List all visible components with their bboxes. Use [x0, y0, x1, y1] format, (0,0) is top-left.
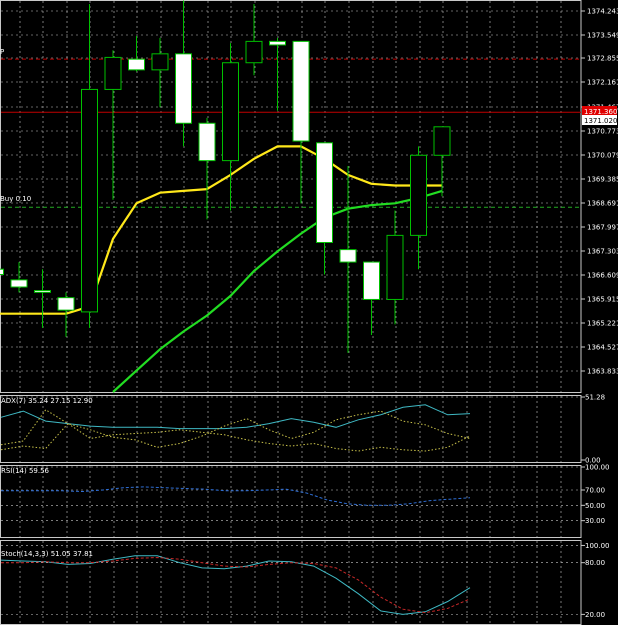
axis-tick-label: 1369.385 — [587, 176, 618, 184]
level-label-p: P — [0, 48, 4, 56]
candle-body — [57, 297, 75, 311]
axis-tick-label: 1365.221 — [587, 320, 618, 328]
price-tag-label: 1371.020 — [584, 117, 617, 125]
candle-body — [363, 261, 380, 300]
candle-body — [410, 154, 427, 236]
axis-tick-label: 30.00 — [585, 517, 605, 525]
candle-body — [433, 126, 451, 156]
axis-tick-label: 80.00 — [585, 559, 605, 567]
candle-body — [104, 56, 122, 90]
axis-tick-label: 1373.549 — [587, 32, 618, 40]
axis-tick-label: 1372.161 — [587, 79, 618, 87]
candle-body — [292, 40, 310, 142]
level-label-buy: Buy 0.10 — [0, 195, 31, 203]
axis-tick-label: 50.00 — [585, 502, 605, 510]
candle-body — [128, 58, 145, 71]
axis-tick-label: 20.00 — [585, 611, 605, 619]
axis-tick-label: 1368.691 — [587, 200, 618, 208]
price-tag-label: 1371.360 — [584, 108, 617, 116]
axis-tick-label: 1367.303 — [587, 248, 618, 256]
axis-tick-label: 1365.915 — [587, 296, 618, 304]
candle-body — [269, 40, 286, 46]
axis-tick-label: 1364.527 — [587, 344, 618, 352]
indicator-series — [0, 410, 471, 451]
panel-frame — [0, 465, 582, 538]
rsi-label: RSI(14) 59.56 — [1, 467, 50, 475]
candle-body — [198, 122, 216, 162]
candle-body — [10, 279, 28, 288]
indicator-series — [1, 556, 471, 614]
candle-body — [386, 234, 404, 300]
axis-tick-label: 1374.243 — [587, 8, 618, 16]
indicator-series — [0, 555, 471, 615]
candle-body — [245, 40, 263, 64]
price-axis: 1374.2431373.5491372.8551372.1611371.467… — [581, 8, 618, 619]
indicator-series — [1, 486, 471, 506]
panel-labels: P Buy 0.10 ADX(7) 35.24 27.15 12.90 RSI(… — [0, 48, 93, 558]
trading-chart: 1374.2431373.5491372.8551372.1611371.467… — [0, 0, 618, 625]
candle-body — [316, 142, 333, 243]
candle-body — [222, 62, 239, 162]
candle-body — [339, 249, 357, 263]
candle-body — [151, 53, 169, 71]
axis-tick-label: 1370.773 — [587, 128, 618, 136]
indicator-series — [0, 404, 471, 430]
candle-body — [34, 290, 51, 293]
axis-tick-label: 1370.079 — [587, 152, 618, 160]
stoch-label: Stoch(14,3,3) 51.05 37.81 — [1, 550, 93, 558]
axis-tick-label: 70.00 — [585, 487, 605, 495]
indicator-lines — [0, 404, 471, 615]
axis-tick-label: 1372.855 — [587, 55, 618, 63]
candle-body — [175, 53, 192, 124]
axis-tick-label: 51.28 — [585, 394, 605, 402]
axis-tick-label: 100.00 — [585, 464, 610, 472]
candle-body — [0, 268, 4, 276]
axis-tick-label: 1367.997 — [587, 224, 618, 232]
axis-tick-label: 100.00 — [585, 542, 610, 550]
indicator-series — [0, 409, 471, 452]
candle-body — [81, 88, 98, 313]
axis-tick-label: 1363.833 — [587, 368, 618, 376]
axis-tick-label: 1366.609 — [587, 272, 618, 280]
adx-label: ADX(7) 35.24 27.15 12.90 — [1, 397, 93, 405]
